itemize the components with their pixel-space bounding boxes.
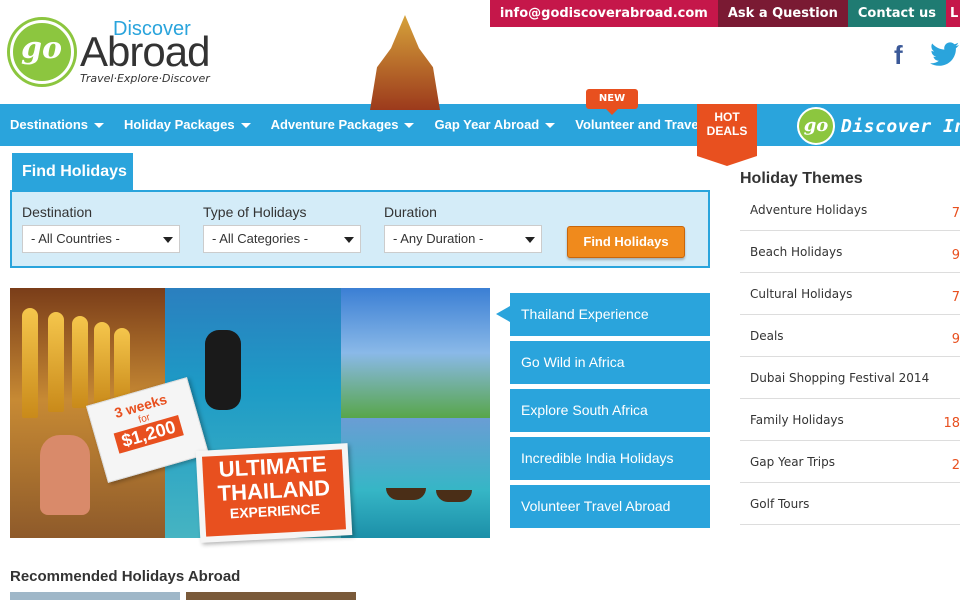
theme-item[interactable]: Cultural Holidays 7 bbox=[740, 273, 960, 315]
caret-down-icon bbox=[545, 123, 556, 129]
nav-adventure-packages[interactable]: Adventure Packages bbox=[261, 104, 425, 146]
ask-question-link[interactable]: Ask a Question bbox=[717, 0, 848, 27]
logo-abroad-text: Abroad bbox=[80, 28, 210, 75]
boat bbox=[386, 488, 426, 500]
caret-down-icon bbox=[240, 123, 251, 129]
discover-india-badge: go bbox=[797, 107, 835, 145]
theme-count: 7 bbox=[951, 290, 960, 305]
holiday-themes-title: Holiday Themes bbox=[740, 170, 863, 187]
find-holidays-tab: Find Holidays bbox=[12, 153, 133, 191]
slide-go-wild-africa[interactable]: Go Wild in Africa bbox=[510, 341, 710, 384]
nav-holiday-packages-label: Holiday Packages bbox=[124, 117, 235, 132]
contact-us-link[interactable]: Contact us bbox=[847, 0, 946, 27]
nav-gap-year-abroad[interactable]: Gap Year Abroad bbox=[424, 104, 565, 146]
buddha-statue bbox=[48, 312, 64, 412]
duration-label: Duration bbox=[384, 204, 437, 220]
logo-tagline: Travel·Explore·Discover bbox=[80, 72, 210, 85]
beach-boats-photo bbox=[341, 418, 490, 538]
slide-incredible-india[interactable]: Incredible India Holidays bbox=[510, 437, 710, 480]
theme-item[interactable]: Golf Tours bbox=[740, 483, 960, 525]
caret-down-icon bbox=[94, 123, 105, 129]
type-select[interactable]: - All Categories - bbox=[203, 225, 361, 253]
theme-label: Beach Holidays bbox=[750, 245, 843, 259]
email-link[interactable]: info@godiscoverabroad.com bbox=[489, 0, 718, 27]
type-select-value: - All Categories - bbox=[212, 231, 309, 246]
destination-select-value: - All Countries - bbox=[31, 231, 120, 246]
destination-select[interactable]: - All Countries - bbox=[22, 225, 180, 253]
recommended-thumbnail[interactable] bbox=[186, 592, 356, 600]
theme-label: Cultural Holidays bbox=[750, 287, 853, 301]
type-label: Type of Holidays bbox=[203, 204, 307, 220]
hot-deals-line2: DEALS bbox=[706, 124, 748, 138]
find-holidays-form: Destination - All Countries - Type of Ho… bbox=[10, 190, 710, 268]
topbar-extra-link[interactable]: L bbox=[946, 0, 960, 27]
destination-label: Destination bbox=[22, 204, 93, 220]
nav-destinations-label: Destinations bbox=[10, 117, 89, 132]
theme-label: Family Holidays bbox=[750, 413, 844, 427]
temple-photo bbox=[341, 288, 490, 418]
theme-item[interactable]: Family Holidays 18 bbox=[740, 399, 960, 441]
nav-destinations[interactable]: Destinations bbox=[0, 104, 114, 146]
duration-select[interactable]: - Any Duration - bbox=[384, 225, 542, 253]
recommended-thumbnail[interactable] bbox=[10, 592, 180, 600]
theme-count: 18 bbox=[943, 416, 960, 431]
theme-item[interactable]: Deals 9 bbox=[740, 315, 960, 357]
buddha-statue bbox=[72, 316, 88, 408]
social-links: f bbox=[894, 42, 960, 68]
logo-badge: go bbox=[10, 20, 74, 84]
dropdown-arrow-icon bbox=[344, 237, 354, 243]
theme-count: 9 bbox=[951, 332, 960, 347]
theme-label: Golf Tours bbox=[750, 497, 810, 511]
type-field: Type of Holidays - All Categories - bbox=[203, 204, 361, 253]
new-badge: NEW bbox=[586, 89, 638, 115]
holiday-themes-list: Adventure Holidays 7 Beach Holidays 9 Cult… bbox=[740, 189, 960, 525]
slide-explore-south-africa[interactable]: Explore South Africa bbox=[510, 389, 710, 432]
theme-item[interactable]: Beach Holidays 9 bbox=[740, 231, 960, 273]
active-slide-pointer-icon bbox=[496, 306, 510, 322]
hot-deals-link[interactable]: HOT DEALS bbox=[697, 104, 757, 166]
duration-field: Duration - Any Duration - bbox=[384, 204, 542, 253]
destination-field: Destination - All Countries - bbox=[22, 204, 180, 253]
discover-india-text: Discover India bbox=[841, 115, 960, 137]
featured-slides-list: Thailand Experience Go Wild in Africa Ex… bbox=[510, 293, 710, 533]
find-holidays-button[interactable]: Find Holidays bbox=[567, 226, 685, 258]
temple-shape bbox=[370, 15, 440, 110]
theme-count: 7 bbox=[951, 206, 960, 221]
ultimate-thailand-badge: ULTIMATE THAILAND EXPERIENCE bbox=[195, 443, 353, 543]
dropdown-arrow-icon bbox=[163, 237, 173, 243]
theme-count: 2 bbox=[951, 458, 960, 473]
nav-gap-year-label: Gap Year Abroad bbox=[434, 117, 540, 132]
boat bbox=[436, 490, 472, 502]
theme-label: Dubai Shopping Festival 2014 bbox=[750, 371, 930, 385]
facebook-icon[interactable]: f bbox=[894, 42, 916, 68]
logo-badge-text: go bbox=[21, 31, 62, 66]
caret-down-icon bbox=[404, 123, 415, 129]
buddha-statue bbox=[114, 328, 130, 404]
buddha-statue bbox=[22, 308, 38, 418]
slide-volunteer-travel[interactable]: Volunteer Travel Abroad bbox=[510, 485, 710, 528]
duration-select-value: - Any Duration - bbox=[393, 231, 484, 246]
twitter-icon[interactable] bbox=[930, 42, 960, 68]
nav-adventure-packages-label: Adventure Packages bbox=[270, 117, 399, 132]
hot-deals-line1: HOT bbox=[714, 110, 740, 124]
slide-thailand-experience[interactable]: Thailand Experience bbox=[510, 293, 710, 336]
recommended-holidays-title: Recommended Holidays Abroad bbox=[10, 568, 241, 585]
theme-label: Adventure Holidays bbox=[750, 203, 868, 217]
discover-india-link[interactable]: go Discover India bbox=[797, 106, 960, 146]
dropdown-arrow-icon bbox=[525, 237, 535, 243]
kitesurfer-figure bbox=[205, 330, 241, 410]
child-figure bbox=[40, 435, 90, 515]
theme-count: 9 bbox=[951, 248, 960, 263]
nav-volunteer-label: Volunteer and Travel bbox=[575, 117, 703, 132]
theme-label: Deals bbox=[750, 329, 784, 343]
theme-item[interactable]: Dubai Shopping Festival 2014 bbox=[740, 357, 960, 399]
nav-holiday-packages[interactable]: Holiday Packages bbox=[114, 104, 261, 146]
theme-item[interactable]: Adventure Holidays 7 bbox=[740, 189, 960, 231]
theme-label: Gap Year Trips bbox=[750, 455, 836, 469]
top-bar: info@godiscoverabroad.com Ask a Question… bbox=[489, 0, 960, 27]
site-logo[interactable]: go Discover Abroad Travel·Explore·Discov… bbox=[10, 14, 220, 90]
theme-item[interactable]: Gap Year Trips 2 bbox=[740, 441, 960, 483]
buddha-statue bbox=[94, 322, 110, 406]
